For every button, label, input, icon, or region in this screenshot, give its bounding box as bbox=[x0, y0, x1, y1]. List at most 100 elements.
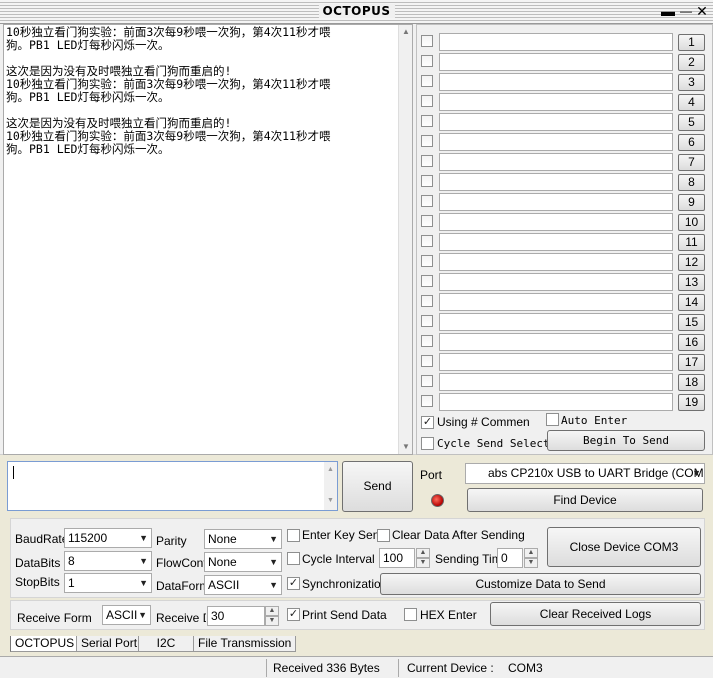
multi-send-button[interactable]: 18 bbox=[678, 374, 705, 391]
send-input[interactable] bbox=[7, 461, 338, 511]
multi-send-checkbox[interactable] bbox=[421, 155, 433, 167]
multi-send-checkbox[interactable] bbox=[421, 35, 433, 47]
hex-enter-checkbox[interactable] bbox=[404, 608, 417, 621]
multi-send-button[interactable]: 13 bbox=[678, 274, 705, 291]
scroll-down-icon[interactable]: ▼ bbox=[399, 440, 413, 454]
cycle-interval-spinner[interactable]: ▲ ▼ bbox=[416, 548, 430, 568]
multi-send-input[interactable] bbox=[439, 233, 673, 251]
multi-send-input[interactable] bbox=[439, 173, 673, 191]
find-device-button[interactable]: Find Device bbox=[467, 488, 703, 512]
multi-send-button[interactable]: 9 bbox=[678, 194, 705, 211]
tab-serial-port[interactable]: Serial Port bbox=[76, 636, 143, 652]
tab-i2c[interactable]: I2C bbox=[138, 636, 194, 652]
receive-area[interactable]: 10秒独立看门狗实验：前面3次每9秒喂一次狗，第4次11秒才喂 狗。PB1 LE… bbox=[3, 24, 413, 455]
tab-octopus[interactable]: OCTOPUS bbox=[10, 636, 80, 652]
multi-send-checkbox[interactable] bbox=[421, 115, 433, 127]
multi-send-checkbox[interactable] bbox=[421, 395, 433, 407]
multi-send-input[interactable] bbox=[439, 193, 673, 211]
cycle-interval-checkbox[interactable] bbox=[287, 552, 300, 565]
cycle-interval-input[interactable]: 100 bbox=[379, 548, 415, 568]
multi-send-checkbox[interactable] bbox=[421, 275, 433, 287]
using-checkbox[interactable]: ✓ bbox=[421, 416, 434, 429]
clear-logs-button[interactable]: Clear Received Logs bbox=[490, 602, 701, 626]
auto-enter-checkbox[interactable] bbox=[546, 413, 559, 426]
multi-send-input[interactable] bbox=[439, 333, 673, 351]
multi-send-input[interactable] bbox=[439, 153, 673, 171]
multi-send-checkbox[interactable] bbox=[421, 135, 433, 147]
receive-form-select[interactable]: ASCII ▼ bbox=[102, 605, 151, 625]
begin-send-button[interactable]: Begin To Send bbox=[547, 430, 705, 451]
spin-up-icon[interactable]: ▲ bbox=[524, 548, 538, 558]
customize-button[interactable]: Customize Data to Send bbox=[380, 573, 701, 595]
sending-time-spinner[interactable]: ▲ ▼ bbox=[524, 548, 538, 568]
enter-key-checkbox[interactable] bbox=[287, 529, 300, 542]
stopbits-select[interactable]: 1 ▼ bbox=[64, 573, 152, 593]
multi-send-checkbox[interactable] bbox=[421, 195, 433, 207]
minimize-icon[interactable]: — bbox=[678, 4, 694, 20]
port-select[interactable]: abs CP210x USB to UART Bridge (COM3) ▼ bbox=[465, 463, 705, 484]
receive-d-spinner[interactable]: ▲ ▼ bbox=[265, 606, 279, 626]
multi-send-button[interactable]: 8 bbox=[678, 174, 705, 191]
print-send-checkbox[interactable]: ✓ bbox=[287, 608, 300, 621]
spin-up-icon[interactable]: ▲ bbox=[265, 606, 279, 616]
scroll-up-icon[interactable]: ▲ bbox=[324, 466, 337, 473]
multi-send-input[interactable] bbox=[439, 253, 673, 271]
receive-scrollbar[interactable]: ▲ ▼ bbox=[398, 25, 412, 454]
multi-send-button[interactable]: 12 bbox=[678, 254, 705, 271]
multi-send-button[interactable]: 1 bbox=[678, 34, 705, 51]
spin-down-icon[interactable]: ▼ bbox=[416, 558, 430, 568]
multi-send-checkbox[interactable] bbox=[421, 255, 433, 267]
sync-checkbox[interactable]: ✓ bbox=[287, 577, 300, 590]
multi-send-checkbox[interactable] bbox=[421, 315, 433, 327]
multi-send-checkbox[interactable] bbox=[421, 75, 433, 87]
scroll-up-icon[interactable]: ▲ bbox=[399, 25, 413, 39]
parity-select[interactable]: None ▼ bbox=[204, 529, 282, 549]
multi-send-input[interactable] bbox=[439, 393, 673, 411]
databits-select[interactable]: 8 ▼ bbox=[64, 551, 152, 571]
multi-send-input[interactable] bbox=[439, 93, 673, 111]
spin-up-icon[interactable]: ▲ bbox=[416, 548, 430, 558]
multi-send-checkbox[interactable] bbox=[421, 95, 433, 107]
multi-send-input[interactable] bbox=[439, 73, 673, 91]
multi-send-input[interactable] bbox=[439, 293, 673, 311]
multi-send-checkbox[interactable] bbox=[421, 215, 433, 227]
multi-send-button[interactable]: 14 bbox=[678, 294, 705, 311]
dataform-select[interactable]: ASCII ▼ bbox=[204, 575, 282, 595]
clear-after-checkbox[interactable] bbox=[377, 529, 390, 542]
sending-time-input[interactable]: 0 bbox=[497, 548, 523, 568]
tab-file-transmission[interactable]: File Transmission bbox=[193, 636, 297, 652]
multi-send-checkbox[interactable] bbox=[421, 295, 433, 307]
multi-send-checkbox[interactable] bbox=[421, 335, 433, 347]
multi-send-checkbox[interactable] bbox=[421, 175, 433, 187]
multi-send-input[interactable] bbox=[439, 53, 673, 71]
multi-send-input[interactable] bbox=[439, 373, 673, 391]
multi-send-button[interactable]: 19 bbox=[678, 394, 705, 411]
multi-send-button[interactable]: 3 bbox=[678, 74, 705, 91]
cycle-send-checkbox[interactable] bbox=[421, 437, 434, 450]
multi-send-button[interactable]: 11 bbox=[678, 234, 705, 251]
multi-send-button[interactable]: 2 bbox=[678, 54, 705, 71]
multi-send-input[interactable] bbox=[439, 353, 673, 371]
multi-send-input[interactable] bbox=[439, 133, 673, 151]
scroll-down-icon[interactable]: ▼ bbox=[324, 497, 337, 504]
baud-select[interactable]: 115200 ▼ bbox=[64, 528, 152, 548]
send-button[interactable]: Send bbox=[342, 461, 413, 512]
multi-send-button[interactable]: 16 bbox=[678, 334, 705, 351]
close-icon[interactable]: ✕ bbox=[694, 4, 710, 20]
multi-send-input[interactable] bbox=[439, 113, 673, 131]
multi-send-button[interactable]: 5 bbox=[678, 114, 705, 131]
spin-down-icon[interactable]: ▼ bbox=[265, 616, 279, 626]
multi-send-checkbox[interactable] bbox=[421, 55, 433, 67]
flow-select[interactable]: None ▼ bbox=[204, 552, 282, 572]
multi-send-input[interactable] bbox=[439, 313, 673, 331]
multi-send-button[interactable]: 17 bbox=[678, 354, 705, 371]
send-scrollbar[interactable]: ▲ ▼ bbox=[324, 462, 337, 510]
multi-send-button[interactable]: 7 bbox=[678, 154, 705, 171]
multi-send-input[interactable] bbox=[439, 273, 673, 291]
multi-send-checkbox[interactable] bbox=[421, 375, 433, 387]
multi-send-button[interactable]: 6 bbox=[678, 134, 705, 151]
multi-send-input[interactable] bbox=[439, 33, 673, 51]
multi-send-button[interactable]: 4 bbox=[678, 94, 705, 111]
multi-send-button[interactable]: 15 bbox=[678, 314, 705, 331]
multi-send-button[interactable]: 10 bbox=[678, 214, 705, 231]
